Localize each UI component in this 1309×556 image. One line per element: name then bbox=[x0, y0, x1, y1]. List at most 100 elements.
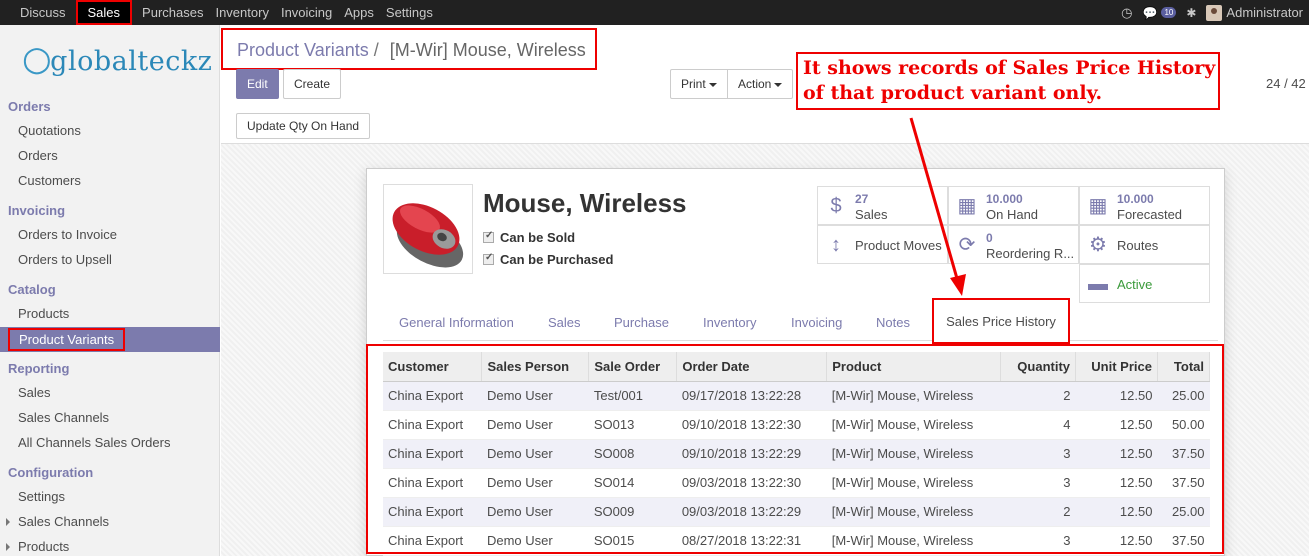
sidebar-item-config-products[interactable]: Products bbox=[18, 539, 69, 554]
update-qty-button[interactable]: Update Qty On Hand bbox=[236, 113, 371, 139]
arrows-v-icon: ↕ bbox=[831, 234, 841, 256]
sidebar-item-orders-to-invoice[interactable]: Orders to Invoice bbox=[18, 227, 117, 242]
can-be-purchased-checkbox[interactable]: Can be Purchased bbox=[483, 252, 613, 267]
tab-general-information[interactable]: General Information bbox=[399, 315, 514, 330]
print-dropdown[interactable]: Print bbox=[670, 69, 728, 99]
cell-product: [M-Wir] Mouse, Wireless bbox=[826, 410, 1001, 440]
column-header-sales-person[interactable]: Sales Person bbox=[481, 352, 590, 382]
dollar-icon: $ bbox=[830, 195, 842, 217]
table-row[interactable]: China Export Demo User SO008 09/10/2018 13:… bbox=[383, 439, 1210, 469]
tab-notes[interactable]: Notes bbox=[876, 315, 910, 330]
clock-icon[interactable]: ◷ bbox=[1121, 5, 1132, 21]
sidebar-item-product-variants[interactable]: Product Variants bbox=[0, 327, 220, 352]
menu-sales[interactable]: Sales bbox=[75, 0, 133, 25]
menu-purchases[interactable]: Purchases bbox=[136, 0, 209, 25]
tab-invoicing[interactable]: Invoicing bbox=[791, 315, 842, 330]
cell-sale-order: SO015 bbox=[588, 526, 677, 556]
tab-inventory[interactable]: Inventory bbox=[703, 315, 756, 330]
sidebar-section-configuration: Configuration bbox=[8, 465, 94, 480]
sidebar-item-customers[interactable]: Customers bbox=[18, 173, 81, 188]
smart-button-reordering-rules[interactable]: ⟳ 0 Reordering R... bbox=[948, 225, 1079, 264]
smart-button-forecasted[interactable]: ▦ 10.000 Forecasted bbox=[1079, 186, 1210, 225]
column-header-customer[interactable]: Customer bbox=[383, 352, 483, 382]
cell-sales-person: Demo User bbox=[481, 497, 589, 527]
sidebar-item-config-sales-channels[interactable]: Sales Channels bbox=[18, 514, 109, 529]
smart-button-value: 10.000 bbox=[986, 192, 1023, 206]
cell-order-date: 09/03/2018 13:22:29 bbox=[676, 497, 827, 527]
table-header-row: Customer Sales Person Sale Order Order D… bbox=[383, 352, 1211, 382]
cell-sales-person: Demo User bbox=[481, 381, 589, 411]
caret-down-icon bbox=[708, 82, 717, 87]
cell-unit-price: 12.50 bbox=[1075, 468, 1158, 498]
product-image[interactable] bbox=[383, 184, 473, 274]
tab-sales[interactable]: Sales bbox=[548, 315, 581, 330]
menu-settings[interactable]: Settings bbox=[380, 0, 439, 25]
cell-quantity: 2 bbox=[1000, 497, 1076, 527]
cell-customer: China Export bbox=[383, 381, 482, 411]
cell-total: 25.00 bbox=[1157, 381, 1210, 411]
chevron-right-icon[interactable] bbox=[6, 518, 10, 526]
cell-product: [M-Wir] Mouse, Wireless bbox=[826, 497, 1001, 527]
tab-divider bbox=[383, 340, 1218, 341]
create-button[interactable]: Create bbox=[283, 69, 342, 99]
menu-invoicing[interactable]: Invoicing bbox=[275, 0, 338, 25]
company-logo[interactable]: ○globalteckz bbox=[22, 39, 212, 79]
sidebar-item-orders[interactable]: Orders bbox=[18, 148, 58, 163]
sidebar-item-orders-to-upsell[interactable]: Orders to Upsell bbox=[18, 252, 112, 267]
sales-price-history-table: Customer Sales Person Sale Order Order D… bbox=[383, 352, 1211, 556]
smart-button-on-hand[interactable]: ▦ 10.000 On Hand bbox=[948, 186, 1079, 225]
smart-button-active[interactable]: ▬ Active bbox=[1079, 264, 1210, 303]
table-row[interactable]: China Export Demo User SO014 09/03/2018 13:… bbox=[383, 468, 1210, 498]
sidebar-item-settings[interactable]: Settings bbox=[18, 489, 65, 504]
column-header-product[interactable]: Product bbox=[826, 352, 1002, 382]
bug-icon[interactable]: ✱ bbox=[1186, 6, 1196, 20]
can-be-purchased-label: Can be Purchased bbox=[500, 252, 614, 267]
action-label: Action bbox=[738, 77, 772, 91]
column-header-order-date[interactable]: Order Date bbox=[676, 352, 828, 382]
sidebar-item-label: Product Variants bbox=[8, 328, 126, 351]
sidebar-item-report-sales[interactable]: Sales bbox=[18, 385, 51, 400]
breadcrumb: Product Variants / [M-Wir] Mouse, Wirele… bbox=[221, 28, 597, 70]
can-be-sold-checkbox[interactable]: Can be Sold bbox=[483, 230, 575, 245]
user-menu[interactable]: Administrator bbox=[1226, 5, 1303, 20]
sidebar-item-products[interactable]: Products bbox=[18, 306, 69, 321]
cell-customer: China Export bbox=[383, 410, 482, 440]
column-header-total[interactable]: Total bbox=[1157, 352, 1211, 382]
column-header-quantity[interactable]: Quantity bbox=[1000, 352, 1077, 382]
cell-customer: China Export bbox=[383, 468, 482, 498]
cogs-icon: ⚙ bbox=[1089, 234, 1107, 256]
tab-sales-price-history[interactable]: Sales Price History bbox=[932, 298, 1070, 344]
can-be-sold-label: Can be Sold bbox=[500, 230, 576, 245]
sidebar-item-all-channels-sales-orders[interactable]: All Channels Sales Orders bbox=[18, 435, 170, 450]
menu-apps[interactable]: Apps bbox=[338, 0, 380, 25]
cell-total: 50.00 bbox=[1157, 410, 1210, 440]
smart-button-value: 27 bbox=[855, 192, 869, 206]
table-row[interactable]: China Export Demo User Test/001 09/17/2018 … bbox=[383, 381, 1210, 411]
tab-purchase[interactable]: Purchase bbox=[614, 315, 669, 330]
table-row[interactable]: China Export Demo User SO013 09/10/2018 13:… bbox=[383, 410, 1210, 440]
avatar[interactable] bbox=[1206, 4, 1223, 21]
edit-button[interactable]: Edit bbox=[236, 69, 279, 99]
smart-button-sales[interactable]: $ 27 Sales bbox=[817, 186, 948, 225]
cell-sales-person: Demo User bbox=[481, 439, 589, 469]
column-header-unit-price[interactable]: Unit Price bbox=[1075, 352, 1158, 382]
chat-icon[interactable]: 💬 bbox=[1143, 6, 1158, 20]
sidebar-item-quotations[interactable]: Quotations bbox=[18, 123, 81, 138]
sidebar-item-report-sales-channels[interactable]: Sales Channels bbox=[18, 410, 109, 425]
table-row[interactable]: China Export Demo User SO009 09/03/2018 13:… bbox=[383, 497, 1210, 527]
breadcrumb-parent[interactable]: Product Variants bbox=[237, 40, 369, 60]
cell-product: [M-Wir] Mouse, Wireless bbox=[826, 468, 1001, 498]
action-dropdown[interactable]: Action bbox=[727, 69, 794, 99]
smart-button-product-moves[interactable]: ↕ Product Moves bbox=[817, 225, 948, 264]
menu-discuss[interactable]: Discuss bbox=[14, 0, 72, 25]
cell-sale-order: SO014 bbox=[588, 468, 677, 498]
breadcrumb-separator: / bbox=[373, 40, 379, 60]
pager-value[interactable]: 24 / 42 bbox=[1266, 76, 1306, 91]
table-row[interactable]: China Export Demo User SO015 08/27/2018 13:… bbox=[383, 526, 1210, 556]
chevron-right-icon[interactable] bbox=[6, 543, 10, 551]
cell-unit-price: 12.50 bbox=[1075, 526, 1158, 556]
smart-button-label: Product Moves bbox=[855, 238, 942, 253]
menu-inventory[interactable]: Inventory bbox=[209, 0, 274, 25]
column-header-sale-order[interactable]: Sale Order bbox=[588, 352, 678, 382]
smart-button-routes[interactable]: ⚙ Routes bbox=[1079, 225, 1210, 264]
